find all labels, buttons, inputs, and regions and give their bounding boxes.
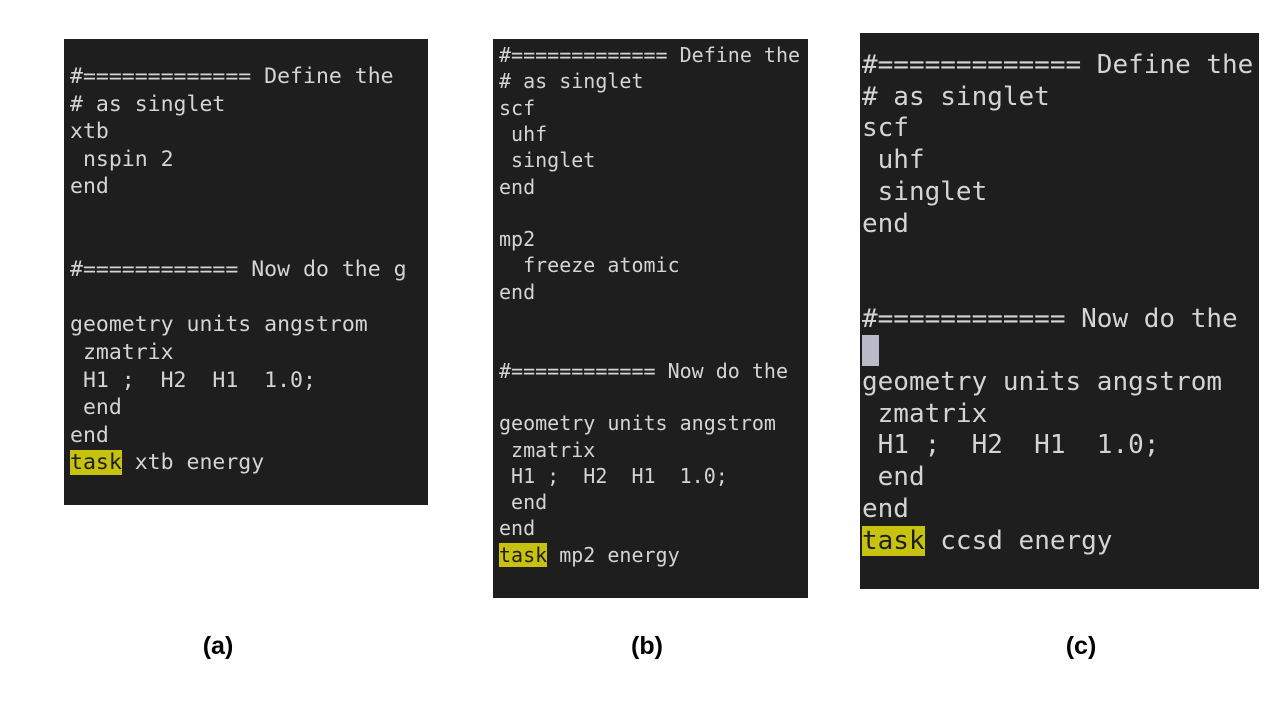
code-line: zmatrix	[499, 437, 595, 463]
code-text: end	[862, 462, 925, 493]
code-line: scf	[499, 95, 535, 121]
code-text: geometry units angstrom	[70, 312, 368, 338]
code-line: #============= Define the	[70, 63, 394, 91]
code-panel-a: #============= Define the # as singlet xtb…	[64, 39, 428, 505]
code-line: H1 ; H2 H1 1.0;	[70, 367, 316, 395]
code-line: zmatrix	[70, 339, 174, 367]
code-text: uhf	[499, 121, 548, 146]
keyword-highlight: task	[70, 450, 122, 476]
code-line: uhf	[862, 145, 925, 177]
code-line: end	[862, 462, 925, 494]
code-line: zmatrix	[862, 398, 988, 431]
keyword-highlight: task	[499, 542, 548, 567]
code-text: geometry units angstrom	[499, 411, 776, 436]
code-text: mp2	[499, 227, 536, 252]
caption-b: (b)	[631, 632, 663, 660]
code-text: #============ Now do the	[862, 303, 1238, 334]
code-text: nspin 2	[70, 146, 174, 172]
code-line: #============ Now do the	[862, 304, 1238, 336]
text-cursor	[862, 335, 879, 367]
code-line: # as singlet	[862, 82, 1050, 114]
code-text: uhf	[862, 145, 925, 176]
code-text: singlet	[499, 148, 596, 173]
code-text: mp2 energy	[547, 542, 680, 567]
code-line: singlet	[862, 176, 988, 209]
code-text: #============= Define the	[70, 64, 394, 89]
code-text: xtb energy	[121, 450, 265, 476]
code-text: end	[499, 174, 536, 199]
code-text: # as singlet	[499, 69, 644, 94]
code-text: end	[862, 493, 909, 524]
code-text: #============= Define the	[499, 43, 801, 67]
code-line: uhf	[499, 121, 547, 147]
code-line: end	[499, 279, 535, 305]
code-text: # as singlet	[70, 91, 226, 117]
code-text: end	[499, 279, 536, 304]
code-text: xtb	[70, 119, 109, 145]
code-line: freeze atomic	[499, 252, 680, 278]
code-line: task xtb energy	[70, 449, 264, 477]
code-text: end	[70, 422, 109, 448]
code-line: end	[70, 422, 109, 450]
code-line: # as singlet	[499, 68, 644, 94]
code-line: end	[499, 515, 535, 541]
code-text: scf	[862, 113, 909, 144]
code-text: # as singlet	[862, 81, 1050, 112]
code-text: geometry units angstrom	[862, 367, 1223, 397]
code-text: singlet	[862, 176, 988, 207]
code-line: #============ Now do the g	[70, 256, 407, 284]
code-line: geometry units angstrom	[862, 367, 1222, 399]
code-line: end	[862, 494, 909, 526]
code-line: #============= Define the	[862, 50, 1253, 82]
code-line: task ccsd energy	[862, 525, 1113, 558]
code-line: geometry units angstrom	[70, 311, 368, 339]
code-text: H1 ; H2 H1 1.0;	[70, 367, 316, 393]
code-line: H1 ; H2 H1 1.0;	[499, 463, 728, 489]
code-line	[862, 335, 879, 367]
code-text: end	[499, 490, 548, 515]
code-line: end	[862, 209, 909, 241]
code-text: zmatrix	[862, 398, 988, 429]
code-panel-c: #============= Define the # as singlet scf…	[860, 33, 1259, 589]
code-line: H1 ; H2 H1 1.0;	[862, 430, 1160, 462]
code-text: end	[862, 208, 909, 239]
code-text: H1 ; H2 H1 1.0;	[862, 430, 1160, 461]
code-line: scf	[862, 113, 909, 145]
code-text: zmatrix	[70, 340, 174, 365]
code-text: end	[70, 174, 109, 200]
code-panel-b: #============= Define the # as singlet scf…	[493, 39, 808, 598]
code-line: end	[499, 489, 547, 515]
code-text: H1 ; H2 H1 1.0;	[499, 463, 728, 488]
code-text: end	[70, 395, 122, 421]
code-line: task mp2 energy	[499, 542, 680, 568]
code-text: ccsd energy	[924, 525, 1113, 556]
code-line: nspin 2	[70, 146, 174, 174]
code-text: zmatrix	[499, 437, 596, 462]
code-line: #============ Now do the	[499, 358, 788, 384]
code-line: end	[70, 394, 122, 422]
code-text: freeze atomic	[499, 253, 680, 278]
code-line: mp2	[499, 226, 535, 252]
code-line: xtb	[70, 118, 109, 146]
code-line: # as singlet	[70, 91, 225, 119]
caption-a: (a)	[202, 632, 234, 660]
code-line: singlet	[499, 147, 595, 173]
caption-c: (c)	[1065, 632, 1097, 660]
code-text: scf	[499, 95, 536, 120]
code-line: end	[499, 174, 535, 200]
code-text: #============= Define the	[862, 50, 1254, 80]
code-line: #============= Define the	[499, 42, 800, 68]
code-line: geometry units angstrom	[499, 410, 776, 436]
code-line: end	[70, 173, 109, 201]
code-text: end	[499, 516, 536, 541]
code-text: #============ Now do the	[499, 358, 788, 383]
keyword-highlight: task	[862, 525, 925, 556]
code-text: #============ Now do the g	[70, 257, 407, 283]
